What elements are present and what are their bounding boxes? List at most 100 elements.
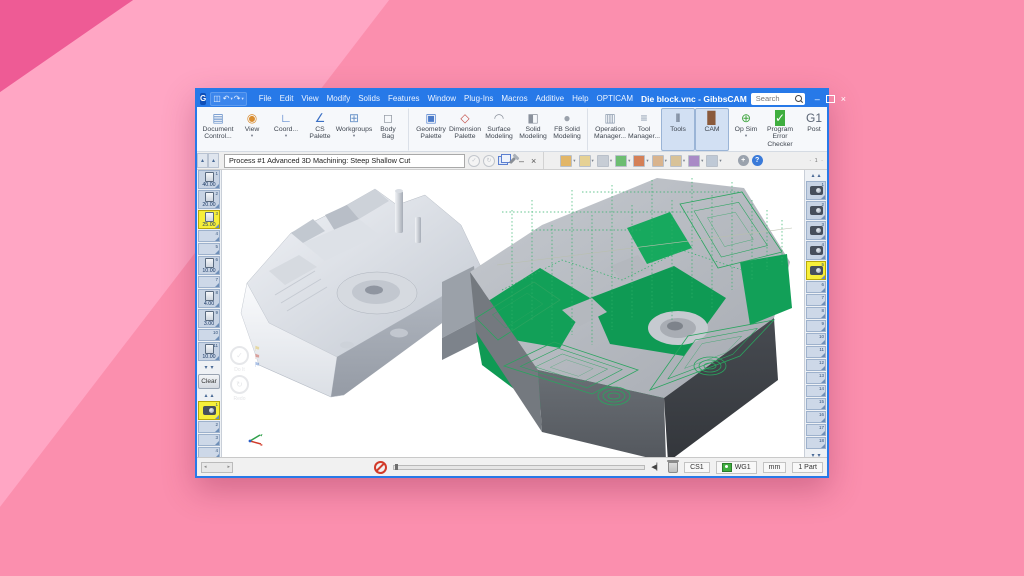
tool-slot-2[interactable]: 2 20.00 xyxy=(198,190,220,209)
op-slot-13[interactable]: 13 xyxy=(806,372,826,384)
geometry-palette-button[interactable]: ▣ Geometry Palette xyxy=(414,108,448,151)
process-slot-2[interactable]: 2 xyxy=(198,421,220,433)
menu-additive[interactable]: Additive xyxy=(532,92,568,105)
help-button[interactable]: ? xyxy=(752,155,763,166)
operations-scroll-up[interactable]: ▴▴ xyxy=(805,170,827,181)
gibbscam-app-icon[interactable]: G xyxy=(200,93,206,105)
folder-display-button[interactable]: ▾ xyxy=(579,155,594,167)
horizontal-scroll-grip[interactable]: ◂▸ xyxy=(201,462,233,473)
op-sim-button[interactable]: ⊕ Op Sim ▾ xyxy=(729,108,763,151)
op-slot-5[interactable]: 5 xyxy=(806,261,826,280)
viewport[interactable]: ✓ Do It ↻ Redo ⚑⚑⚑ xyxy=(222,170,804,457)
tool-slot-8[interactable]: 8 4.00 xyxy=(198,289,220,308)
post-button[interactable]: G1 Post xyxy=(797,108,827,151)
close-button[interactable]: × xyxy=(841,94,846,104)
surface-modeling-button[interactable]: ◠ Surface Modeling xyxy=(482,108,516,151)
menu-window[interactable]: Window xyxy=(424,92,460,105)
view-button[interactable]: ◉ View ▾ xyxy=(235,108,269,151)
document-control-button[interactable]: ▤ Document Control... xyxy=(201,108,235,151)
op-slot-7[interactable]: 7 xyxy=(806,294,826,306)
program-error-checker-button[interactable]: ✓ Program Error Checker xyxy=(763,108,797,151)
simulation-progress-slider[interactable] xyxy=(393,465,645,470)
op-slot-9[interactable]: 9 xyxy=(806,320,826,332)
menu-plugins[interactable]: Plug-Ins xyxy=(460,92,497,105)
menu-file[interactable]: File xyxy=(255,92,276,105)
workgroups-button[interactable]: ⊞ Workgroups ▾ xyxy=(337,108,371,151)
redo-button[interactable]: ↻ xyxy=(483,155,495,167)
tool-slot-1[interactable]: 1 40.00 xyxy=(198,170,220,189)
window-display-button[interactable]: ▾ xyxy=(706,155,721,167)
cs-palette-button[interactable]: ∠ CS Palette xyxy=(303,108,337,151)
op-slot-2[interactable]: 2 xyxy=(806,201,826,220)
dimension-palette-button[interactable]: ◇ Dimension Palette xyxy=(448,108,482,151)
slider-handle[interactable] xyxy=(395,464,398,470)
stop-icon[interactable] xyxy=(374,461,387,474)
op-slot-11[interactable]: 11 xyxy=(806,346,826,358)
tool-palette-scroll-up-2[interactable]: ▴ xyxy=(208,153,219,168)
palette-display-button[interactable]: ▾ xyxy=(652,155,667,167)
op-slot-8[interactable]: 8 xyxy=(806,307,826,319)
operation-manager-button[interactable]: ▥ Operation Manager... xyxy=(593,108,627,151)
units-cell[interactable]: mm xyxy=(763,462,787,473)
op-slot-18[interactable]: 18 xyxy=(806,437,826,449)
zoom-fit-button[interactable]: + xyxy=(738,155,749,166)
coord-button[interactable]: ∟ Coord... ▾ xyxy=(269,108,303,151)
fb-solid-modeling-button[interactable]: ● FB Solid Modeling xyxy=(550,108,588,151)
search-box[interactable] xyxy=(751,93,805,105)
menu-features[interactable]: Features xyxy=(384,92,424,105)
tool-palette-scroll-down[interactable]: ▾▾ xyxy=(197,362,221,373)
skip-to-start-button[interactable]: ◀▏ xyxy=(651,463,662,471)
tool-slot-4[interactable]: 4 xyxy=(198,230,220,242)
duplicate-process-icon[interactable] xyxy=(498,156,508,165)
stock-display-button[interactable]: ▾ xyxy=(633,155,648,167)
sphere-display-button[interactable]: ▾ xyxy=(597,155,612,167)
menu-help[interactable]: Help xyxy=(568,92,592,105)
tool-slot-11[interactable]: 11 10.00 xyxy=(198,342,220,361)
op-slot-1[interactable]: 1 xyxy=(806,181,826,200)
menu-modify[interactable]: Modify xyxy=(323,92,355,105)
tool-slot-9[interactable]: 9 3.00 xyxy=(198,309,220,328)
op-slot-17[interactable]: 17 xyxy=(806,424,826,436)
restore-button[interactable] xyxy=(826,95,835,103)
toolpath-display-button[interactable]: ▾ xyxy=(615,155,630,167)
menu-view[interactable]: View xyxy=(297,92,322,105)
op-slot-10[interactable]: 10 xyxy=(806,333,826,345)
op-slot-6[interactable]: 6 xyxy=(806,281,826,293)
operations-scroll-down[interactable]: ▾▾ xyxy=(805,450,827,457)
process-close-button[interactable]: × xyxy=(529,156,538,166)
tool-slot-7[interactable]: 7 xyxy=(198,276,220,288)
op-palette-pager[interactable]: · 1 · xyxy=(809,158,824,164)
trash-icon[interactable] xyxy=(668,462,678,473)
body-bag-button[interactable]: ◻ Body Bag xyxy=(371,108,409,151)
tool-slot-6[interactable]: 6 10.00 xyxy=(198,256,220,275)
tool-manager-button[interactable]: ≡ Tool Manager... xyxy=(627,108,661,151)
tool-palette-scroll-up[interactable]: ▴ xyxy=(197,153,208,168)
minimize-button[interactable]: – xyxy=(815,94,820,104)
clear-button[interactable]: Clear xyxy=(198,374,220,389)
op-slot-14[interactable]: 14 xyxy=(806,385,826,397)
process-slot-3[interactable]: 3 xyxy=(198,434,220,446)
tool-slot-10[interactable]: 10 xyxy=(198,329,220,341)
menu-opticam[interactable]: OPTICAM xyxy=(593,92,637,105)
process-slot-1[interactable]: 1 xyxy=(198,401,220,420)
op-slot-12[interactable]: 12 xyxy=(806,359,826,371)
cam-palette-button[interactable]: ▉ CAM xyxy=(695,108,729,151)
menu-edit[interactable]: Edit xyxy=(276,92,298,105)
coordinate-system-cell[interactable]: CS1 xyxy=(684,462,710,473)
undo-button[interactable]: ↶▾ xyxy=(223,94,233,104)
shading-display-button[interactable]: ▾ xyxy=(688,155,703,167)
op-slot-3[interactable]: 3 xyxy=(806,221,826,240)
do-it-button[interactable]: ✓ xyxy=(468,155,480,167)
tools-palette-button[interactable]: ‖ Tools xyxy=(661,108,695,151)
workgroup-cell[interactable]: WG1 xyxy=(716,461,757,474)
process-slot-4[interactable]: 4 xyxy=(198,447,220,457)
save-button[interactable]: ◫ xyxy=(213,94,222,104)
process-palette-scroll-up[interactable]: ▴▴ xyxy=(197,390,221,401)
op-slot-15[interactable]: 15 xyxy=(806,398,826,410)
menu-solids[interactable]: Solids xyxy=(354,92,384,105)
tool-slot-5[interactable]: 5 xyxy=(198,243,220,255)
tool-slot-3[interactable]: 3 25.00 xyxy=(198,210,220,229)
facet-display-button[interactable]: ▾ xyxy=(670,155,685,167)
op-slot-16[interactable]: 16 xyxy=(806,411,826,423)
redo-button[interactable]: ↷▾ xyxy=(234,94,244,104)
